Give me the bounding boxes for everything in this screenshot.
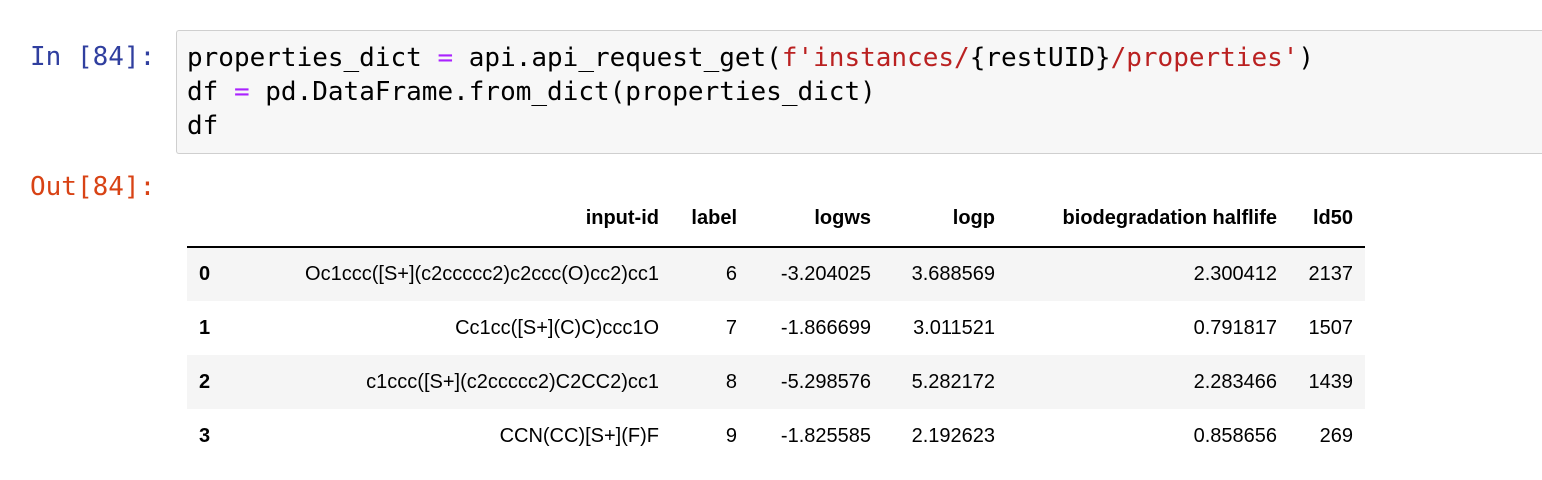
row-index: 0 — [199, 263, 211, 285]
cell-biodegradation-halflife: 0.791817 — [1193, 316, 1277, 339]
dataframe-output: input-id label logws logp biodegradation… — [187, 190, 1365, 463]
table-row: 1 Cc1cc([S+](C)C)ccc1O 7 -1.866699 3.011… — [187, 301, 1365, 355]
column-header-index — [187, 190, 223, 248]
cell-biodegradation-halflife: 0.858656 — [1193, 424, 1277, 447]
row-index: 2 — [199, 370, 211, 393]
cell-label: 6 — [725, 263, 737, 285]
row-index: 3 — [199, 424, 211, 447]
code-editor[interactable]: properties_dict = api.api_request_get(f'… — [187, 41, 1314, 143]
code-token: df — [187, 77, 234, 107]
cell-label: 7 — [725, 316, 737, 339]
code-token: f'instances/ — [781, 43, 970, 73]
code-token: = — [233, 77, 250, 107]
cell-label: 8 — [725, 370, 737, 393]
column-header-logws: logws — [749, 190, 883, 248]
table-row: 2 c1ccc([S+](c2ccccc2)C2CC2)cc1 8 -5.298… — [187, 355, 1365, 409]
in-prompt: In [84]: — [30, 42, 156, 72]
table-row: 0 Oc1ccc([S+](c2ccccc2)c2ccc(O)cc2)cc1 6… — [187, 247, 1365, 301]
cell-logp: 5.282172 — [911, 370, 995, 393]
cell-input-id: CCN(CC)[S+](F)F — [499, 424, 659, 447]
cell-logp: 3.688569 — [911, 263, 995, 285]
cell-biodegradation-halflife: 2.300412 — [1193, 263, 1277, 285]
column-header-biodegradation-halflife: biodegradation halflife — [1007, 190, 1289, 248]
cell-input-id: Cc1cc([S+](C)C)ccc1O — [455, 316, 659, 339]
out-prompt: Out[84]: — [30, 172, 156, 202]
cell-logp: 2.192623 — [911, 424, 995, 447]
code-token: ) — [1298, 43, 1315, 73]
cell-logws: -1.866699 — [780, 316, 871, 339]
cell-logws: -5.298576 — [780, 370, 871, 393]
code-line: df — [187, 109, 1314, 143]
cell-ld50: 2137 — [1308, 263, 1354, 285]
cell-input-id: c1ccc([S+](c2ccccc2)C2CC2)cc1 — [366, 370, 659, 393]
code-token: df — [187, 111, 219, 141]
cell-label: 9 — [725, 424, 737, 447]
cell-logws: -3.204025 — [780, 263, 871, 285]
cell-ld50: 269 — [1319, 424, 1353, 447]
column-header-label: label — [671, 190, 749, 248]
code-token: /properties' — [1110, 43, 1299, 73]
column-header-logp: logp — [883, 190, 1007, 248]
column-header-input-id: input-id — [223, 190, 671, 248]
cell-logws: -1.825585 — [780, 424, 871, 447]
code-token: properties_dict — [187, 43, 438, 73]
code-input-cell[interactable]: properties_dict = api.api_request_get(f'… — [176, 30, 1542, 154]
code-token: pd.DataFrame.from_dict(properties_dict) — [249, 77, 876, 107]
cell-biodegradation-halflife: 2.283466 — [1193, 370, 1277, 393]
code-line: df = pd.DataFrame.from_dict(properties_d… — [187, 75, 1314, 109]
table-header-row: input-id label logws logp biodegradation… — [187, 190, 1365, 248]
column-header-ld50: ld50 — [1289, 190, 1365, 248]
cell-ld50: 1507 — [1308, 316, 1354, 339]
code-token: {restUID} — [969, 43, 1111, 73]
code-token: api.api_request_get( — [453, 43, 782, 73]
code-line: properties_dict = api.api_request_get(f'… — [187, 41, 1314, 75]
row-index: 1 — [199, 316, 211, 339]
cell-input-id: Oc1ccc([S+](c2ccccc2)c2ccc(O)cc2)cc1 — [305, 263, 659, 285]
code-token: = — [437, 43, 454, 73]
cell-logp: 3.011521 — [913, 316, 995, 339]
cell-ld50: 1439 — [1308, 370, 1354, 393]
table-row: 3 CCN(CC)[S+](F)F 9 -1.825585 2.192623 0… — [187, 409, 1365, 463]
